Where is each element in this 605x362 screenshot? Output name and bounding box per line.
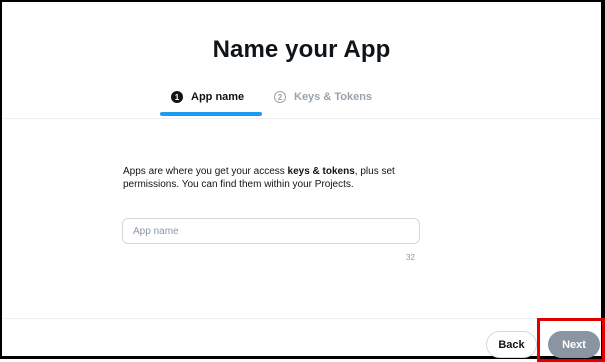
description-text: Apps are where you get your access keys … xyxy=(123,165,443,191)
step-indicator: 1 App name 2 Keys & Tokens xyxy=(2,87,601,111)
step-keys-tokens: 2 Keys & Tokens xyxy=(274,87,372,107)
app-name-input[interactable] xyxy=(122,218,420,244)
header-divider xyxy=(2,118,601,119)
description-bold: keys & tokens xyxy=(287,166,355,177)
step-number-2: 2 xyxy=(274,91,286,103)
step-number-1: 1 xyxy=(171,91,183,103)
description-prefix: Apps are where you get your access xyxy=(123,166,288,177)
char-counter: 32 xyxy=(406,253,415,262)
dialog: Name your App 1 App name 2 Keys & Tokens… xyxy=(0,0,605,359)
step-label-app-name: App name xyxy=(191,91,245,103)
highlight-box xyxy=(537,318,605,362)
step-app-name: 1 App name xyxy=(171,87,244,107)
active-step-underline xyxy=(160,112,262,116)
step-label-keys-tokens: Keys & Tokens xyxy=(294,91,373,103)
back-button[interactable]: Back xyxy=(486,331,537,358)
page-title: Name your App xyxy=(212,36,391,63)
footer-divider xyxy=(2,318,601,319)
